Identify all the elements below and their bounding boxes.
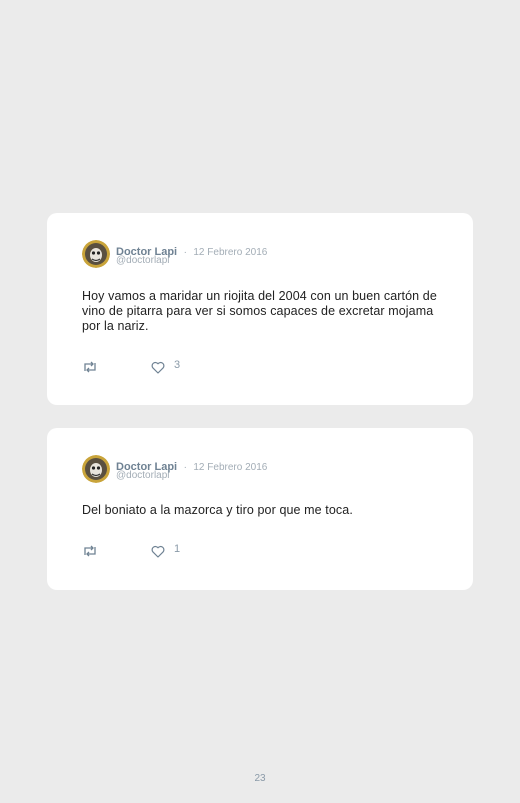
tweet-card: Doctor Lapi · 12 Febrero 2016 @doctorlap… xyxy=(47,213,473,405)
avatar[interactable] xyxy=(82,240,110,268)
author-handle[interactable]: @doctorlapi xyxy=(116,255,170,266)
tweet-date[interactable]: 12 Febrero 2016 xyxy=(193,462,267,473)
tweet-text: Hoy vamos a maridar un riojita del 2004 … xyxy=(82,289,437,333)
heart-icon[interactable] xyxy=(151,361,165,374)
tweet-date[interactable]: 12 Febrero 2016 xyxy=(193,247,267,258)
separator: · xyxy=(183,462,187,473)
like-count: 3 xyxy=(174,359,181,371)
author-handle[interactable]: @doctorlapi xyxy=(116,470,170,481)
like-count: 1 xyxy=(174,543,181,555)
heart-icon[interactable] xyxy=(151,545,165,558)
page-number: 23 xyxy=(254,773,266,784)
retweet-icon[interactable] xyxy=(82,544,98,558)
retweet-icon[interactable] xyxy=(82,360,98,374)
separator: · xyxy=(183,247,187,258)
tweet-card: Doctor Lapi · 12 Febrero 2016 @doctorlap… xyxy=(47,428,473,590)
avatar[interactable] xyxy=(82,455,110,483)
tweet-text: Del boniato a la mazorca y tiro por que … xyxy=(82,503,353,517)
